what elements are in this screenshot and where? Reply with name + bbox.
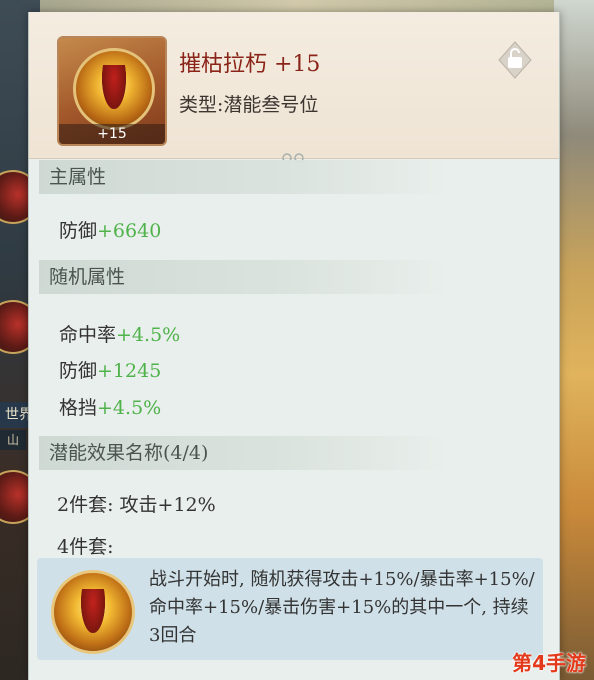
stat-label: 防御: [59, 360, 98, 382]
item-name: 摧枯拉朽 +15: [179, 52, 321, 77]
stat-label: 防御: [59, 220, 98, 242]
left-location-tag: 山: [0, 430, 26, 450]
stat-value: +4.5%: [97, 397, 162, 419]
item-tooltip-panel: +15 摧枯拉朽 +15 类型:潜能叁号位 主属性 防御+6640 随机属性 命…: [28, 12, 560, 680]
watermark-logo: 第4手游: [512, 651, 586, 675]
stat-label: 命中率: [59, 324, 117, 346]
unlocked-padlock-icon[interactable]: [497, 40, 533, 80]
random-attr-header: 随机属性: [39, 260, 449, 294]
tooltip-header: +15 摧枯拉朽 +15 类型:潜能叁号位: [29, 12, 559, 163]
set4-label: 4件套:: [57, 536, 114, 558]
item-type: 类型:潜能叁号位: [179, 94, 319, 116]
item-icon-frame[interactable]: +15: [57, 36, 167, 146]
random-stat-block: 格挡+4.5%: [59, 393, 161, 420]
main-attr-header: 主属性: [39, 160, 449, 194]
set4-description: 战斗开始时, 随机获得攻击+15%/暴击率+15%/命中率+15%/暴击伤害+1…: [149, 569, 535, 646]
stat-value: +4.5%: [116, 324, 181, 346]
stat-value: +1245: [97, 360, 162, 382]
flame-warrior-orb-icon: [51, 570, 135, 654]
random-stat-defense: 防御+1245: [59, 356, 161, 383]
flame-warrior-orb-icon: [73, 48, 155, 130]
potential-header: 潜能效果名称(4/4): [39, 436, 449, 470]
item-level-badge: +15: [59, 124, 165, 144]
random-stat-hit: 命中率+4.5%: [59, 320, 180, 347]
main-stat-defense: 防御+6640: [59, 216, 161, 243]
stat-label: 格挡: [59, 397, 98, 419]
set2-bonus: 2件套: 攻击+12%: [57, 494, 216, 516]
background-right-scene: [554, 0, 594, 680]
set4-effect-box: 战斗开始时, 随机获得攻击+15%/暴击率+15%/命中率+15%/暴击伤害+1…: [37, 558, 543, 660]
stat-value: +6640: [97, 220, 162, 242]
